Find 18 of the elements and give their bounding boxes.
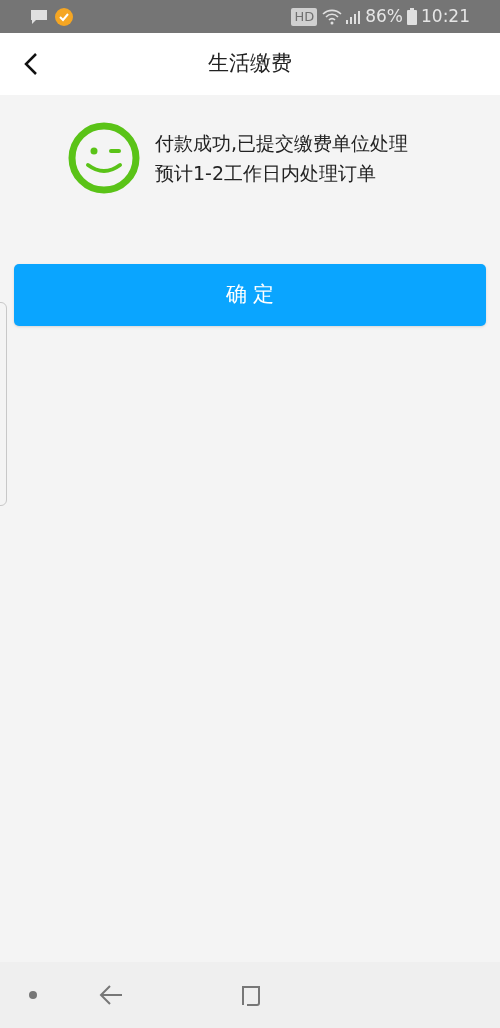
wifi-icon	[322, 8, 343, 25]
smiley-icon	[68, 122, 140, 194]
page-title: 生活缴费	[208, 50, 292, 78]
recents-icon	[239, 983, 263, 1007]
nav-dot-button[interactable]	[27, 989, 39, 1001]
battery-icon	[407, 8, 417, 25]
hd-badge: HD	[291, 7, 318, 26]
result-message: 预计1-2工作日内处理订单	[155, 160, 378, 186]
verified-badge-icon	[54, 6, 74, 27]
result-message: 付款成功,已提交缴费单位处理	[155, 130, 409, 156]
battery-percent: 86%	[365, 4, 403, 28]
back-arrow-icon	[99, 985, 123, 1005]
clock: 10:21	[421, 4, 470, 28]
message-icon	[30, 8, 48, 25]
confirm-button[interactable]: 确 定	[14, 264, 486, 326]
dot-icon	[29, 991, 37, 999]
back-icon	[24, 52, 38, 76]
signal-icon	[344, 8, 361, 25]
